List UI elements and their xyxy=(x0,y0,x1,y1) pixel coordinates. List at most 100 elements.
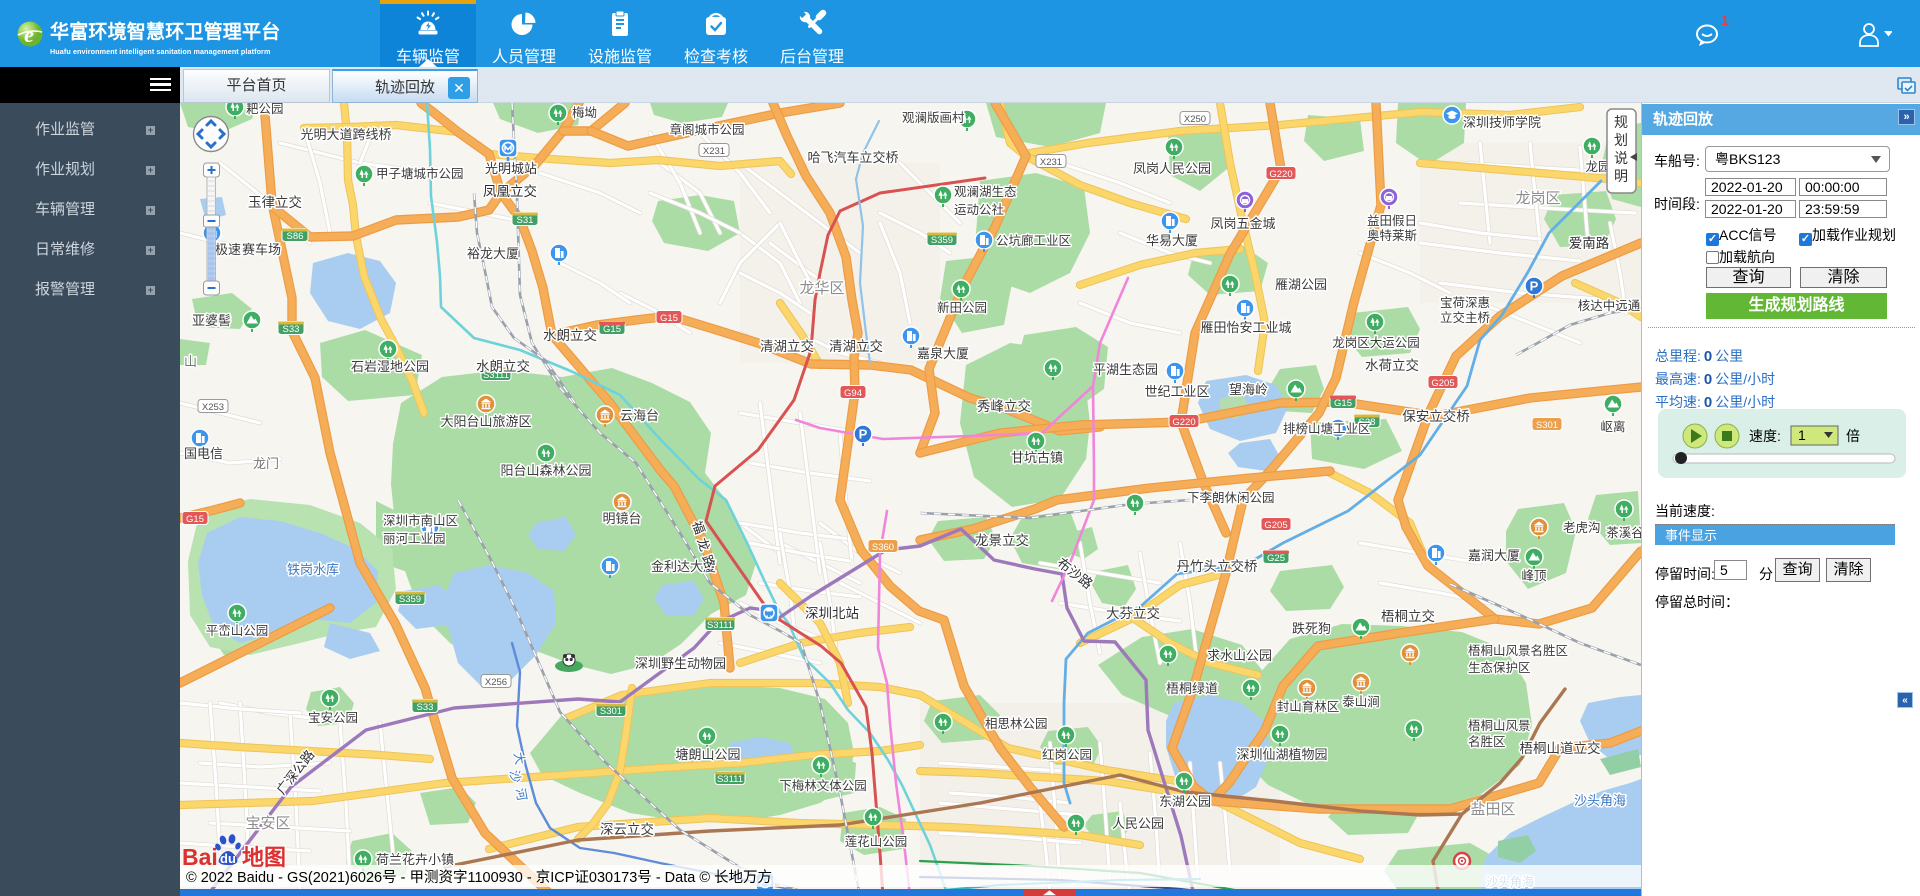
svg-text:立交主桥: 立交主桥 xyxy=(1440,310,1491,325)
svg-text:塘朗山公园: 塘朗山公园 xyxy=(675,747,740,762)
svg-text:相思林公园: 相思林公园 xyxy=(985,717,1048,731)
svg-text:下李朗休闲公园: 下李朗休闲公园 xyxy=(1187,490,1275,505)
svg-text:深圳技师学院: 深圳技师学院 xyxy=(1463,115,1541,130)
svg-text:章阁城市公园: 章阁城市公园 xyxy=(669,122,744,137)
svg-text:排榜山塘工业区: 排榜山塘工业区 xyxy=(1283,421,1371,436)
svg-text:S86: S86 xyxy=(287,231,304,242)
svg-text:嘉润大厦: 嘉润大厦 xyxy=(1468,548,1520,563)
svg-text:望海岭: 望海岭 xyxy=(1229,382,1268,397)
svg-text:G205: G205 xyxy=(1264,520,1287,531)
svg-text:封山育林区: 封山育林区 xyxy=(1277,699,1340,714)
svg-text:G94: G94 xyxy=(844,388,862,399)
svg-text:梧桐山风景: 梧桐山风景 xyxy=(1468,718,1531,733)
svg-text:耙公园: 耙公园 xyxy=(246,103,284,116)
svg-text:P: P xyxy=(1530,279,1539,294)
svg-text:G15: G15 xyxy=(186,514,204,525)
svg-text:华易大厦: 华易大厦 xyxy=(1146,233,1198,248)
svg-text:明镜台: 明镜台 xyxy=(602,511,641,526)
svg-text:下梅林文体公园: 下梅林文体公园 xyxy=(779,778,867,793)
svg-text:1: 1 xyxy=(1721,16,1729,28)
svg-text:凤凰立交: 凤凰立交 xyxy=(483,183,537,199)
svg-text:清湖立交: 清湖立交 xyxy=(760,338,814,354)
svg-text:爱南路: 爱南路 xyxy=(1569,236,1610,251)
svg-text:S33: S33 xyxy=(417,702,434,713)
svg-text:东湖公园: 东湖公园 xyxy=(1159,794,1211,809)
svg-text:S33: S33 xyxy=(283,324,300,335)
svg-text:生态保护区: 生态保护区 xyxy=(1468,661,1531,675)
svg-text:梅坳: 梅坳 xyxy=(572,105,597,120)
svg-text:保安立交桥: 保安立交桥 xyxy=(1402,408,1470,424)
svg-text:铁岗水库: 铁岗水库 xyxy=(287,562,339,577)
svg-text:说: 说 xyxy=(1614,150,1628,166)
svg-text:X253: X253 xyxy=(202,402,224,413)
svg-text:大芬立交: 大芬立交 xyxy=(1106,605,1160,621)
svg-text:水朗立交: 水朗立交 xyxy=(476,358,530,374)
svg-text:宝安公园: 宝安公园 xyxy=(308,710,358,725)
svg-text:莲花山公园: 莲花山公园 xyxy=(845,834,908,849)
svg-text:G15: G15 xyxy=(1334,398,1352,409)
svg-text:深圳野生动物园: 深圳野生动物园 xyxy=(635,656,726,671)
svg-text:茶溪谷: 茶溪谷 xyxy=(1606,525,1641,540)
svg-text:求水山公园: 求水山公园 xyxy=(1207,648,1272,663)
svg-text:规: 规 xyxy=(1614,114,1628,130)
svg-text:新田公园: 新田公园 xyxy=(937,300,987,315)
svg-text:龙华区: 龙华区 xyxy=(799,280,844,297)
svg-text:龙景立交: 龙景立交 xyxy=(975,532,1029,548)
svg-text:1: 1 xyxy=(1798,427,1806,443)
svg-text:石岩湿地公园: 石岩湿地公园 xyxy=(351,359,429,374)
svg-text:甘坑古镇: 甘坑古镇 xyxy=(1011,450,1063,465)
svg-text:平湖生态园: 平湖生态园 xyxy=(1093,362,1158,377)
svg-text:红岗公园: 红岗公园 xyxy=(1042,747,1092,762)
svg-text:明: 明 xyxy=(1614,168,1628,184)
svg-text:深圳市南山区: 深圳市南山区 xyxy=(383,513,458,528)
svg-text:观澜湖生态: 观澜湖生态 xyxy=(954,184,1017,199)
svg-text:人民公园: 人民公园 xyxy=(1112,816,1164,831)
svg-text:S3111: S3111 xyxy=(717,774,743,785)
svg-text:梧桐山道立交: 梧桐山道立交 xyxy=(1520,740,1601,756)
svg-text:平峦山公园: 平峦山公园 xyxy=(206,623,269,638)
svg-text:© 2022 Baidu - GS(2021)6026号 -: © 2022 Baidu - GS(2021)6026号 - 甲测资字11009… xyxy=(186,869,772,886)
svg-text:S301: S301 xyxy=(1536,420,1558,431)
svg-text:S360: S360 xyxy=(872,542,894,553)
svg-text:跌死狗: 跌死狗 xyxy=(1292,621,1331,636)
svg-text:凤岗五金城: 凤岗五金城 xyxy=(1210,216,1275,231)
svg-text:深圳北站: 深圳北站 xyxy=(805,606,859,621)
svg-text:光明城站: 光明城站 xyxy=(485,161,537,176)
svg-text:玉律立交: 玉律立交 xyxy=(248,194,302,210)
svg-text:阳台山森林公园: 阳台山森林公园 xyxy=(500,463,591,478)
svg-text:龙门: 龙门 xyxy=(253,456,279,471)
svg-text:国电信: 国电信 xyxy=(184,446,223,461)
svg-text:峰顶: 峰顶 xyxy=(1521,569,1547,583)
svg-text:岖离: 岖离 xyxy=(1600,419,1625,434)
svg-text:e: e xyxy=(24,22,34,47)
svg-text:雁湖公园: 雁湖公园 xyxy=(1275,277,1327,292)
svg-text:Bai: Bai xyxy=(182,844,218,870)
svg-text:深云立交: 深云立交 xyxy=(600,821,654,837)
svg-text:X250: X250 xyxy=(1184,114,1206,125)
svg-text:水荷立交: 水荷立交 xyxy=(1365,357,1419,373)
svg-text:沙头角海: 沙头角海 xyxy=(1574,793,1626,808)
svg-text:奥特莱斯: 奥特莱斯 xyxy=(1367,228,1417,243)
svg-text:凤岗人民公园: 凤岗人民公园 xyxy=(1133,161,1211,176)
svg-text:亚婆髻: 亚婆髻 xyxy=(192,313,231,328)
svg-text:深圳仙湖植物园: 深圳仙湖植物园 xyxy=(1236,747,1327,762)
svg-text:宝安区: 宝安区 xyxy=(245,815,290,832)
svg-text:划: 划 xyxy=(1614,132,1628,148)
svg-text:G205: G205 xyxy=(1431,378,1454,389)
svg-text:赛车场: 赛车场 xyxy=(242,242,281,257)
svg-text:清湖立交: 清湖立交 xyxy=(829,338,883,354)
svg-text:X231: X231 xyxy=(703,146,725,157)
svg-text:极速: 极速 xyxy=(215,242,241,257)
svg-text:X231: X231 xyxy=(1040,157,1062,168)
svg-text:宝荷深惠: 宝荷深惠 xyxy=(1440,296,1490,310)
svg-text:梧桐绿道: 梧桐绿道 xyxy=(1166,681,1218,696)
svg-text:秀峰立交: 秀峰立交 xyxy=(977,398,1031,414)
svg-text:G220: G220 xyxy=(1269,169,1292,180)
svg-text:丽河工业园: 丽河工业园 xyxy=(383,532,446,546)
svg-text:du: du xyxy=(220,851,236,866)
svg-text:G220: G220 xyxy=(1172,417,1195,428)
svg-text:雁田怡安工业城: 雁田怡安工业城 xyxy=(1200,320,1291,335)
svg-text:地图: 地图 xyxy=(242,845,286,870)
svg-text:嘉泉大厦: 嘉泉大厦 xyxy=(917,346,969,361)
svg-text:哈飞汽车立交桥: 哈飞汽车立交桥 xyxy=(807,150,898,165)
